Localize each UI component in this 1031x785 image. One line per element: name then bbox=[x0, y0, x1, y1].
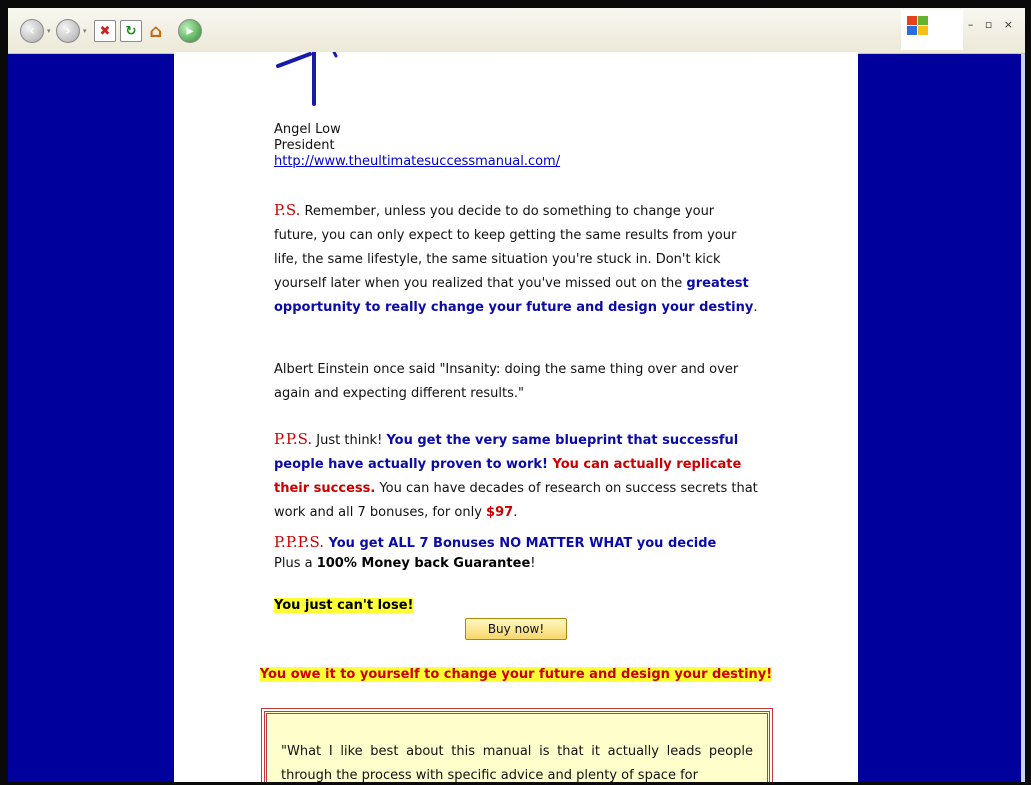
signature-image bbox=[276, 52, 338, 106]
refresh-icon: ↻ bbox=[120, 20, 142, 42]
price: $97 bbox=[486, 505, 514, 520]
signer-title: President bbox=[274, 138, 335, 153]
pps-paragraph: P.P.S. Just think! You get the very same… bbox=[274, 427, 760, 525]
windows-throbber bbox=[901, 10, 963, 50]
ps-label: P.S. bbox=[274, 201, 301, 219]
testimonial-text: "What I like best about this manual is t… bbox=[281, 744, 753, 782]
back-dropdown-icon[interactable]: ▾ bbox=[47, 27, 51, 35]
ps-text: Remember, unless you decide to do someth… bbox=[274, 204, 737, 291]
guarantee-text: 100% Money back Guarantee bbox=[316, 556, 531, 571]
forward-icon: › bbox=[56, 19, 80, 43]
back-button[interactable]: ‹ ▾ bbox=[20, 18, 51, 44]
pps-text: Just think! bbox=[312, 433, 387, 448]
ppps-paragraph: P.P.P.S. You get ALL 7 Bonuses NO MATTER… bbox=[274, 532, 760, 574]
forward-dropdown-icon[interactable]: ▾ bbox=[83, 27, 87, 35]
stop-button[interactable]: ✖ bbox=[94, 18, 116, 44]
ppps-bonuses: You get ALL 7 Bonuses NO MATTER WHAT you… bbox=[323, 536, 717, 551]
forward-button[interactable]: › ▾ bbox=[56, 18, 87, 44]
tagline-row: You owe it to yourself to change your fu… bbox=[174, 667, 858, 682]
media-button[interactable]: ▸ bbox=[178, 18, 202, 44]
window-frame-top bbox=[0, 0, 1031, 8]
tagline-text: You owe it to yourself to change your fu… bbox=[259, 667, 773, 682]
windows-logo-icon bbox=[907, 16, 929, 36]
window-frame-left bbox=[0, 0, 8, 785]
ps-end: . bbox=[753, 300, 758, 315]
testimonial-box: "What I like best about this manual is t… bbox=[261, 708, 773, 782]
guarantee-pre: Plus a bbox=[274, 556, 317, 571]
scrollbar[interactable] bbox=[1021, 54, 1025, 782]
browser-toolbar: ‹ ▾ › ▾ ✖ ↻ ⌂ ▸ – ▫ × bbox=[8, 8, 1025, 54]
stop-icon: ✖ bbox=[94, 20, 116, 42]
signature-block: Angel Low President http://www.theultima… bbox=[274, 122, 560, 170]
window-frame-right bbox=[1025, 0, 1031, 785]
home-button[interactable]: ⌂ bbox=[146, 18, 166, 44]
media-icon: ▸ bbox=[178, 19, 202, 43]
pps-end: . bbox=[513, 505, 518, 520]
home-icon: ⌂ bbox=[149, 20, 163, 42]
window-controls[interactable]: – ▫ × bbox=[968, 18, 1017, 31]
einstein-quote: Albert Einstein once said "Insanity: doi… bbox=[274, 362, 739, 401]
refresh-button[interactable]: ↻ bbox=[120, 18, 142, 44]
page-background: Angel Low President http://www.theultima… bbox=[8, 52, 1025, 782]
website-link[interactable]: http://www.theultimatesuccessmanual.com/ bbox=[274, 154, 560, 169]
back-icon: ‹ bbox=[20, 19, 44, 43]
ps-paragraph: P.S. Remember, unless you decide to do s… bbox=[274, 198, 760, 320]
ppps-label: P.P.P.S. bbox=[274, 533, 324, 551]
guarantee-post: ! bbox=[530, 556, 536, 571]
signer-name: Angel Low bbox=[274, 122, 341, 137]
page-content: Angel Low President http://www.theultima… bbox=[174, 52, 858, 782]
cant-lose-row: You just can't lose! bbox=[274, 596, 760, 616]
cant-lose-text: You just can't lose! bbox=[274, 598, 414, 613]
buy-now-button[interactable]: Buy now! bbox=[465, 618, 567, 640]
pps-label: P.P.S. bbox=[274, 430, 313, 448]
